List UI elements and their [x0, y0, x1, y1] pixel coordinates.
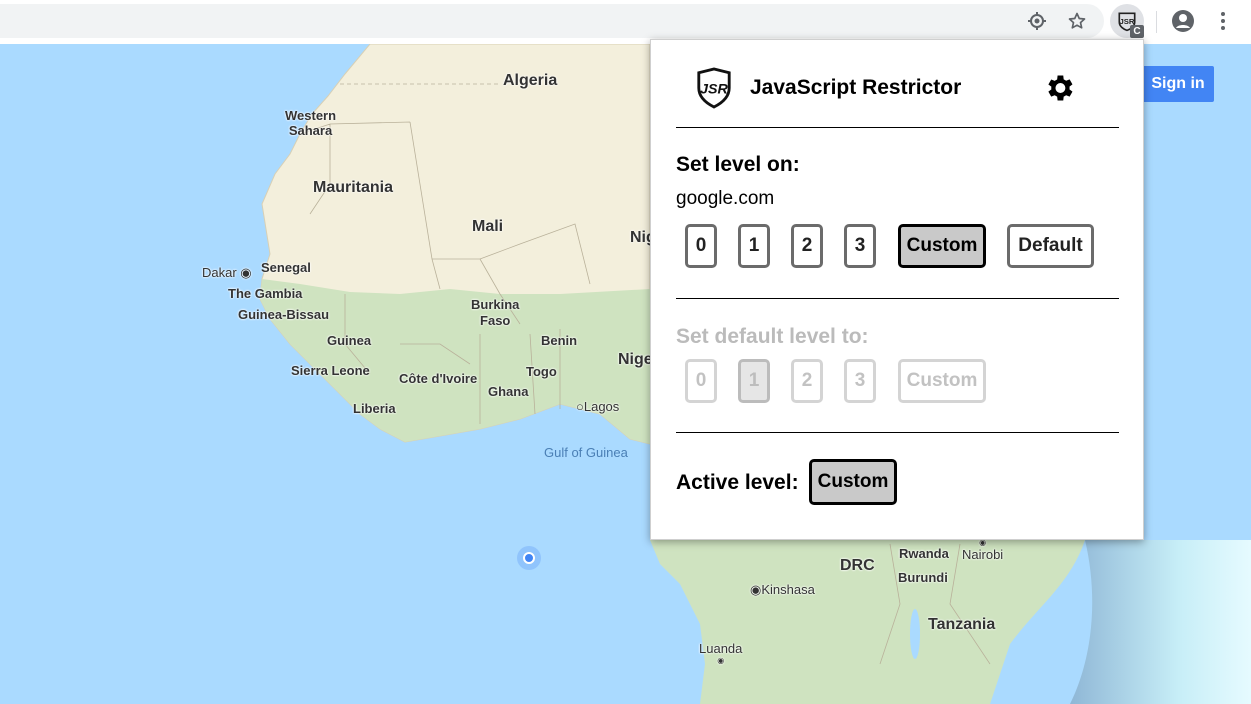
map-label: ◉Kinshasa [750, 582, 815, 597]
default-level-title: Set default level to: [676, 325, 869, 348]
default-level-3-button[interactable]: 3 [844, 359, 876, 403]
map-label: Guinea [327, 333, 372, 348]
map-label: Sierra Leone [291, 363, 370, 378]
map-label: Burkina Faso [471, 297, 520, 328]
popup-title: JavaScript Restrictor [750, 76, 962, 99]
browser-toolbar: JSR C [0, 0, 1251, 44]
map-label: Benin [541, 333, 578, 348]
jsr-logo-icon: JSR [695, 67, 733, 114]
map-label: Tanzania [928, 616, 996, 633]
map-label: Mali [472, 218, 504, 235]
my-location-marker[interactable] [517, 546, 541, 570]
map-label: Dakar ◉ [202, 265, 252, 280]
svg-text:JSR: JSR [700, 82, 728, 98]
profile-icon[interactable] [1170, 8, 1196, 34]
divider [676, 298, 1119, 299]
level-default-button[interactable]: Default [1007, 224, 1094, 268]
map-label: Guinea-Bissau [238, 307, 330, 322]
map-label: Algeria [503, 72, 558, 89]
map-label: Côte d'Ivoire [399, 371, 478, 386]
default-level-1-button[interactable]: 1 [738, 359, 770, 403]
map-label: DRC [840, 557, 875, 574]
level-3-button[interactable]: 3 [844, 224, 876, 268]
map-label: The Gambia [228, 286, 303, 301]
default-level-2-button[interactable]: 2 [791, 359, 823, 403]
set-level-title: Set level on: [676, 153, 800, 176]
address-bar[interactable] [0, 4, 1104, 38]
map-label: Togo [526, 364, 557, 379]
map-label: ◉ Nairobi [962, 538, 1004, 562]
toolbar-divider [1156, 11, 1157, 33]
map-label: Ghana [488, 384, 529, 399]
map-label: Nige [618, 351, 653, 368]
current-domain: google.com [676, 188, 775, 209]
menu-icon[interactable] [1210, 8, 1236, 34]
default-level-0-button[interactable]: 0 [685, 359, 717, 403]
level-2-button[interactable]: 2 [791, 224, 823, 268]
divider [676, 127, 1119, 128]
jsr-popup: JSR JavaScript Restrictor Set level on: … [650, 39, 1144, 540]
active-level-badge: Custom [809, 459, 897, 505]
active-level-title: Active level: [676, 471, 799, 494]
sign-in-button[interactable]: Sign in [1142, 66, 1214, 102]
map-label: Burundi [898, 570, 948, 585]
map-label: Liberia [353, 401, 396, 416]
map-label: Senegal [261, 260, 311, 275]
level-custom-button[interactable]: Custom [898, 224, 986, 268]
map-label: Luanda ◉ [699, 641, 743, 665]
map-label: Western Sahara [285, 108, 337, 138]
level-1-button[interactable]: 1 [738, 224, 770, 268]
default-level-custom-button[interactable]: Custom [898, 359, 986, 403]
level-0-button[interactable]: 0 [685, 224, 717, 268]
star-icon[interactable] [1064, 8, 1090, 34]
extension-badge: C [1130, 25, 1144, 38]
location-icon[interactable] [1024, 8, 1050, 34]
map-label: Mauritania [313, 179, 394, 196]
map-label: ○Lagos [576, 399, 620, 414]
map-label: Gulf of Guinea [544, 445, 628, 460]
gear-icon[interactable] [1042, 71, 1076, 110]
map-label: Rwanda [899, 546, 949, 561]
divider [676, 432, 1119, 433]
